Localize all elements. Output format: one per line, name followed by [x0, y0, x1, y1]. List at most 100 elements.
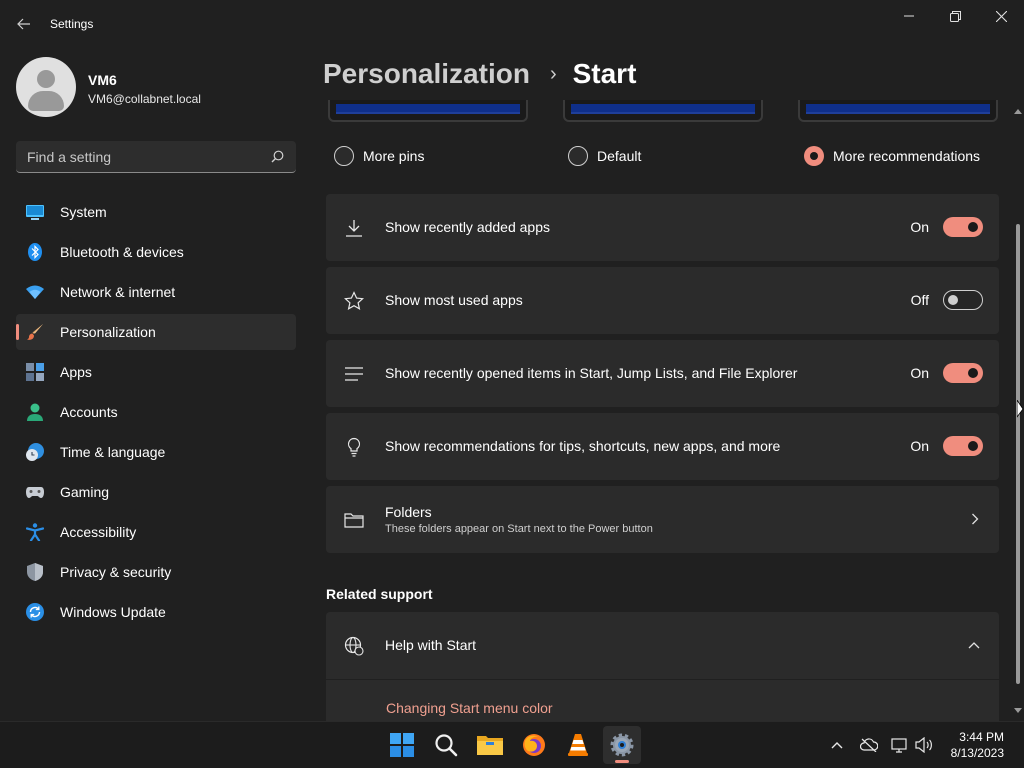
windows-start-icon [390, 733, 414, 757]
person-icon [27, 403, 43, 421]
globe-help-icon [344, 636, 364, 656]
setting-folders[interactable]: Folders These folders appear on Start ne… [326, 486, 999, 553]
lightbulb-icon [347, 437, 361, 457]
taskbar-firefox[interactable] [515, 726, 553, 764]
cloud-offline-icon [860, 738, 878, 752]
scroll-down-arrow-icon[interactable] [1014, 708, 1022, 714]
toggle-state-text: On [910, 219, 929, 235]
folder-icon [344, 513, 364, 528]
sidebar-item-label: Apps [60, 364, 92, 380]
sidebar-item-personalization[interactable]: Personalization [16, 314, 296, 350]
accessibility-icon [26, 523, 44, 541]
related-support-heading: Related support [326, 586, 433, 602]
network-tray-button[interactable] [890, 735, 910, 755]
radio-default[interactable]: Default [568, 145, 641, 167]
folders-title: Folders [385, 504, 432, 520]
settings-icon [610, 733, 634, 757]
network-monitor-icon [891, 738, 907, 753]
taskbar-vlc[interactable] [559, 726, 597, 764]
sidebar-item-windows-update[interactable]: Windows Update [16, 594, 296, 630]
taskbar-settings[interactable] [603, 726, 641, 764]
bluetooth-icon [28, 243, 42, 261]
radio-label: More pins [363, 148, 425, 164]
close-icon [995, 10, 1007, 22]
help-link[interactable]: Changing Start menu color [386, 700, 553, 716]
sidebar-item-accounts[interactable]: Accounts [16, 394, 296, 430]
sidebar-item-privacy[interactable]: Privacy & security [16, 554, 296, 590]
sidebar-item-label: Accessibility [60, 524, 137, 540]
radio-label: More recommendations [833, 148, 981, 164]
layout-preview-bar [571, 104, 755, 114]
close-button[interactable] [978, 0, 1024, 32]
download-icon [346, 220, 362, 237]
setting-recently-opened-items: Show recently opened items in Start, Jum… [326, 340, 999, 407]
star-icon [344, 291, 364, 310]
sidebar-item-time-language[interactable]: Time & language [16, 434, 296, 470]
radio-circle[interactable] [804, 146, 824, 166]
sidebar-item-label: Bluetooth & devices [60, 244, 184, 260]
setting-label: Show recently added apps [385, 219, 550, 235]
minimize-button[interactable] [886, 0, 932, 32]
user-name: VM6 [88, 72, 117, 88]
sidebar-item-label: Accounts [60, 404, 118, 420]
radio-circle[interactable] [334, 146, 354, 166]
restore-button[interactable] [932, 0, 978, 32]
toggle-switch[interactable] [943, 217, 983, 237]
setting-label: Show most used apps [385, 292, 523, 308]
radio-label: Default [597, 148, 642, 164]
volume-tray-button[interactable] [914, 735, 934, 755]
breadcrumb-parent[interactable]: Personalization [323, 58, 530, 90]
apps-icon [26, 363, 44, 381]
back-button[interactable] [10, 10, 38, 38]
sidebar-item-gaming[interactable]: Gaming [16, 474, 296, 510]
show-hidden-icons-button[interactable] [827, 735, 847, 755]
active-app-indicator [615, 760, 629, 763]
mouse-cursor-icon [1017, 400, 1024, 418]
sidebar-item-bluetooth[interactable]: Bluetooth & devices [16, 234, 296, 270]
taskbar-clock[interactable]: 3:44 PM 8/13/2023 [951, 729, 1004, 761]
sidebar-item-label: Network & internet [60, 284, 176, 300]
toggle-switch[interactable] [943, 436, 983, 456]
toggle-switch[interactable] [943, 363, 983, 383]
taskbar-search-button[interactable] [427, 726, 465, 764]
layout-preview-more-recommendations[interactable] [798, 100, 998, 122]
avatar-head [37, 70, 55, 88]
setting-label: Show recently opened items in Start, Jum… [385, 365, 798, 381]
sidebar-item-system[interactable]: System [16, 194, 296, 230]
chevron-up-icon[interactable] [968, 641, 980, 649]
avatar[interactable] [16, 57, 76, 117]
sidebar-item-label: Gaming [60, 484, 110, 500]
radio-more-recommendations[interactable]: More recommendations [804, 145, 980, 167]
search-box[interactable] [16, 141, 296, 173]
taskbar-start-button[interactable] [383, 726, 421, 764]
sidebar-item-apps[interactable]: Apps [16, 354, 296, 390]
sidebar-item-label: System [60, 204, 107, 220]
help-with-start-header[interactable]: Help with Start [326, 612, 999, 679]
scroll-up-arrow-icon[interactable] [1014, 108, 1022, 114]
update-icon [26, 603, 44, 621]
layout-preview-more-pins[interactable] [328, 100, 528, 122]
radio-circle[interactable] [568, 146, 588, 166]
sidebar-item-network[interactable]: Network & internet [16, 274, 296, 310]
avatar-body [28, 91, 64, 111]
breadcrumb: Personalization › Start [323, 58, 636, 90]
sidebar-item-accessibility[interactable]: Accessibility [16, 514, 296, 550]
gamepad-icon [26, 487, 44, 498]
setting-label: Show recommendations for tips, shortcuts… [385, 438, 781, 454]
scrollbar-thumb[interactable] [1016, 224, 1020, 684]
search-icon[interactable] [271, 150, 284, 163]
layout-preview-default[interactable] [563, 100, 763, 122]
sidebar-item-label: Privacy & security [60, 564, 172, 580]
taskbar-file-explorer[interactable] [471, 726, 509, 764]
radio-more-pins[interactable]: More pins [334, 145, 424, 167]
help-title: Help with Start [385, 637, 477, 653]
search-input[interactable] [16, 141, 266, 172]
onedrive-tray-button[interactable] [859, 735, 879, 755]
toggle-switch[interactable] [943, 290, 983, 310]
page-title: Start [572, 58, 637, 89]
main-content: More pins Default More recommendations S… [326, 100, 1000, 721]
clock-time: 3:44 PM [959, 730, 1004, 744]
setting-recently-added-apps: Show recently added apps On [326, 194, 999, 261]
sidebar-nav: System Bluetooth & devices Network & int… [16, 194, 296, 634]
toggle-state-text: On [910, 365, 929, 381]
